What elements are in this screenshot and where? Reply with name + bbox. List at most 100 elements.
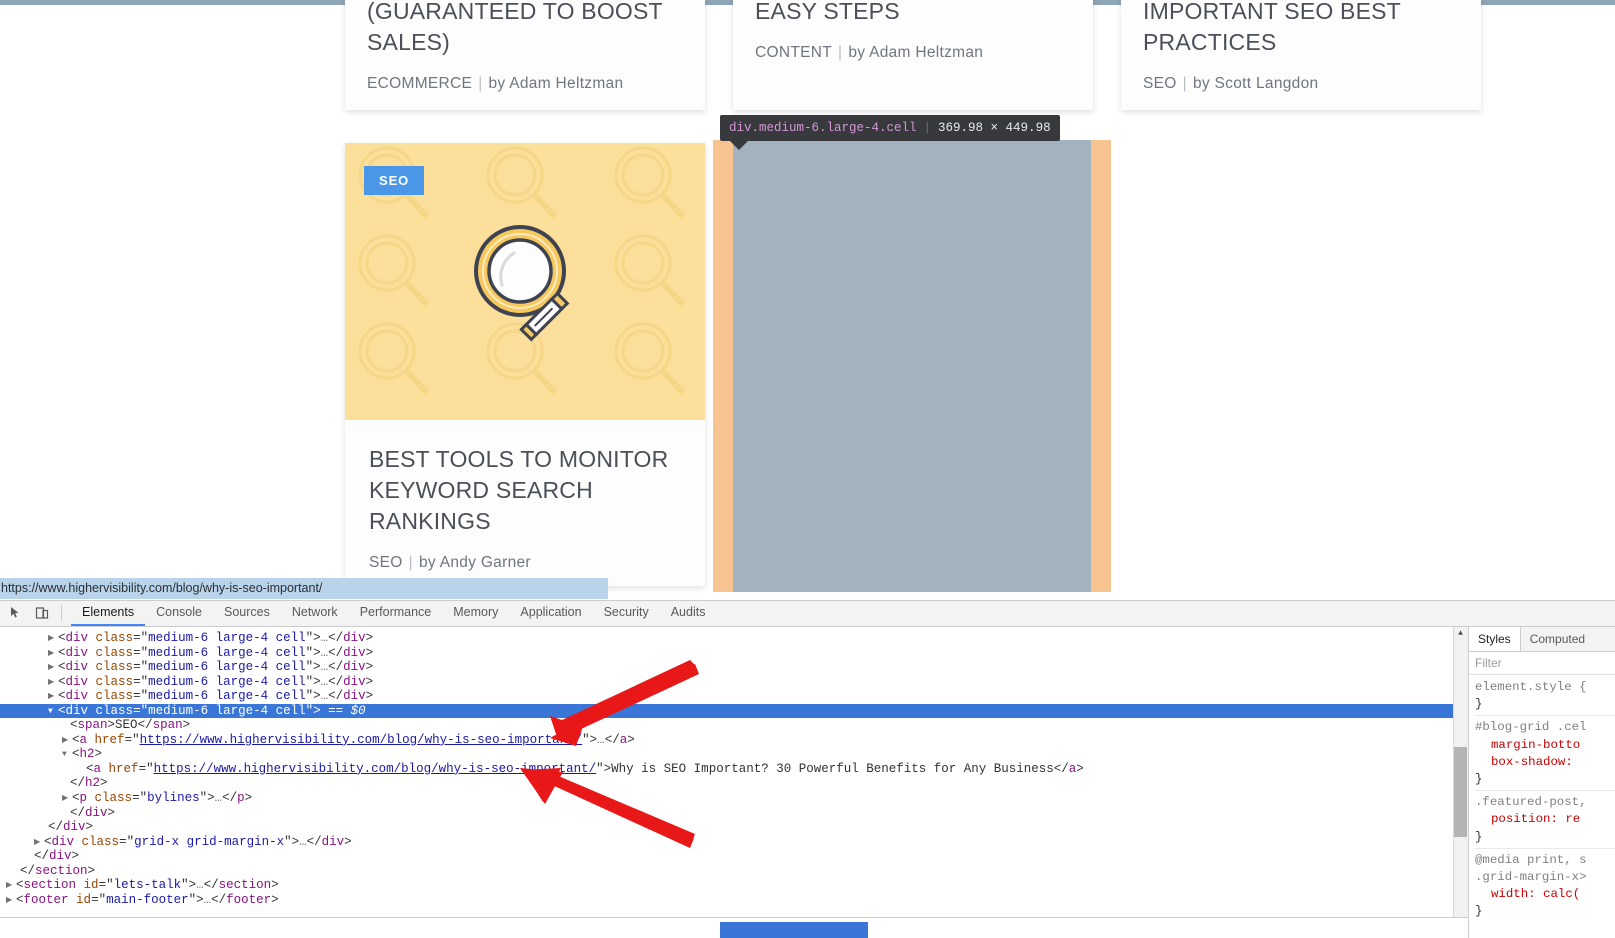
browser-page-viewport: (GUARANTEED TO BOOST SALES) ECOMMERCE | by… [0,0,1615,600]
dom-row[interactable]: ▶ <div class="medium-6 large-4 cell">…</d… [0,646,1468,661]
dom-row[interactable]: </div> [0,820,1468,835]
device-toolbar-icon[interactable] [29,600,55,626]
dom-row[interactable]: ▶ <div class="medium-6 large-4 cell">…</d… [0,675,1468,690]
styles-filter-input[interactable]: Filter [1469,652,1615,675]
style-selector: #blog-grid .cel [1475,720,1587,735]
expand-arrow-icon[interactable]: ▶ [48,661,58,676]
styles-tab-bar: Styles Computed [1469,627,1615,652]
expand-arrow-icon[interactable]: ▶ [48,690,58,705]
devtools-panel: Elements Console Sources Network Perform… [0,600,1615,938]
tab-performance[interactable]: Performance [349,600,443,626]
card-author: by Adam Heltzman [848,44,984,61]
expand-arrow-icon[interactable]: ▶ [6,879,16,894]
dom-row[interactable]: ▶ <div class="medium-6 large-4 cell">…</d… [0,660,1468,675]
style-close-brace: } [1475,697,1483,712]
devtools-toolbar-icons [0,600,71,626]
style-media-query: @media print, s [1475,852,1587,867]
blog-card-top-1[interactable]: (GUARANTEED TO BOOST SALES) ECOMMERCE | by… [345,0,705,110]
card-author: by Andy Garner [418,554,531,571]
dom-row[interactable]: </h2> [0,776,1468,791]
dom-tree-pane[interactable]: ▶ <div class="medium-6 large-4 cell">…</d… [0,627,1468,938]
byline-separator: | [1182,75,1187,92]
style-rule[interactable]: @media print, s .grid-margin-x> width: c… [1475,852,1615,923]
dom-row[interactable]: ▼ <h2> [0,747,1468,762]
style-rule[interactable]: #blog-grid .cel margin-botto box-shadow:… [1475,719,1615,792]
blog-card-top-2[interactable]: EASY STEPS CONTENT | by Adam Heltzman [733,0,1093,110]
scroll-up-arrow-icon[interactable]: ▲ [1453,627,1468,642]
tab-memory[interactable]: Memory [442,600,509,626]
tab-audits[interactable]: Audits [660,600,717,626]
dom-row[interactable]: </div> [0,849,1468,864]
dom-row[interactable]: ▶ <p class="bylines">…</p> [0,791,1468,806]
dom-row[interactable]: ▶ <section id="lets-talk">…</section> [0,878,1468,893]
dom-row[interactable]: </div> [0,806,1468,821]
style-property[interactable]: position: re [1475,811,1615,828]
style-rule[interactable]: .featured-post, position: re } [1475,794,1615,849]
card-body: BEST TOOLS TO MONITOR KEYWORD SEARCH RAN… [345,420,705,592]
dom-row[interactable]: <a href="https://www.highervisibility.co… [0,762,1468,777]
style-selector: element.style { [1475,680,1587,694]
tab-elements[interactable]: Elements [71,600,146,626]
style-property[interactable]: width: calc( [1475,886,1615,903]
dom-row-selected[interactable]: ▼ <div class="medium-6 large-4 cell"> == … [0,703,1468,720]
tab-application[interactable]: Application [509,600,592,626]
style-property[interactable]: box-shadow: [1475,754,1615,771]
style-selector: .grid-margin-x> [1475,870,1587,885]
blog-card-top-3[interactable]: IMPORTANT SEO BEST PRACTICES SEO | by Scot… [1121,0,1481,110]
expand-arrow-icon[interactable]: ▶ [34,836,44,851]
dom-breadcrumb-bar[interactable] [0,917,1468,938]
expand-arrow-icon[interactable]: ▶ [48,676,58,691]
card-title: IMPORTANT SEO BEST PRACTICES [1143,0,1401,55]
expand-arrow-icon[interactable]: ▶ [48,647,58,662]
style-property[interactable]: margin-botto [1475,737,1615,754]
style-selector: .featured-post, [1475,795,1587,810]
tab-network[interactable]: Network [281,600,349,626]
dom-row[interactable]: </section> [0,864,1468,879]
tab-console[interactable]: Console [145,600,213,626]
dom-row[interactable]: ▶ <div class="grid-x grid-margin-x">…</di… [0,835,1468,850]
card-thumbnail: SEO [345,143,705,420]
dom-row[interactable]: ▶ <a href="https://www.highervisibility.c… [0,733,1468,748]
card-category: SEO [369,554,403,571]
inspect-element-icon[interactable] [3,600,29,626]
byline-separator: | [478,75,483,92]
card-category: CONTENT [755,44,833,61]
tab-security[interactable]: Security [593,600,660,626]
browser-status-bar-url: https://www.highervisibility.com/blog/wh… [0,578,608,599]
card-badge[interactable]: SEO [364,166,425,195]
expand-arrow-icon[interactable]: ▶ [48,632,58,647]
devtools-body: ▶ <div class="medium-6 large-4 cell">…</d… [0,627,1615,938]
dom-row[interactable]: ▶ <div class="medium-6 large-4 cell">…</d… [0,689,1468,704]
style-close-brace: } [1475,772,1483,787]
expand-arrow-icon[interactable]: ▶ [6,894,16,909]
devtools-toolbar: Elements Console Sources Network Perform… [0,601,1615,627]
collapse-arrow-icon[interactable]: ▼ [62,748,72,763]
element-highlight-content-box [733,140,1091,592]
card-byline: CONTENT | by Adam Heltzman [755,44,1067,62]
collapse-arrow-icon[interactable]: ▼ [48,705,58,720]
card-byline: SEO | by Scott Langdon [1143,75,1455,93]
highlight-tooltip-separator: | [923,121,932,135]
breadcrumb-selected-node[interactable] [720,922,868,938]
style-rule[interactable]: element.style { } [1475,679,1615,717]
dom-link[interactable]: https://www.highervisibility.com/blog/wh… [154,762,597,776]
dom-row[interactable]: <span>SEO</span> [0,718,1468,733]
element-highlight-tooltip: div.medium-6.large-4.cell | 369.98 × 449.9… [720,115,1060,150]
card-byline: SEO | by Andy Garner [369,554,681,572]
dom-link[interactable]: https://www.highervisibility.com/blog/wh… [140,733,583,747]
card-category: ECOMMERCE [367,75,473,92]
expand-arrow-icon[interactable]: ▶ [62,734,72,749]
dom-row[interactable]: ▶ <div class="medium-6 large-4 cell">…</d… [0,631,1468,646]
dom-row[interactable]: ▶ <footer id="main-footer">…</footer> [0,893,1468,908]
card-title: BEST TOOLS TO MONITOR KEYWORD SEARCH RAN… [369,446,669,534]
highlight-tooltip-dimensions: 369.98 × 449.98 [938,121,1051,135]
blog-card-mid-1[interactable]: SEO BEST TOOLS TO MONITOR KEYWORD SEARCH… [345,143,705,586]
tab-styles[interactable]: Styles [1469,627,1521,651]
card-title: EASY STEPS [755,0,900,24]
tab-sources[interactable]: Sources [213,600,281,626]
tab-computed[interactable]: Computed [1521,627,1594,651]
expand-arrow-icon[interactable]: ▶ [62,792,72,807]
dom-tree-scrollbar[interactable]: ▲ [1453,627,1468,938]
scrollbar-thumb[interactable] [1454,747,1467,837]
toolbar-divider [61,605,62,621]
